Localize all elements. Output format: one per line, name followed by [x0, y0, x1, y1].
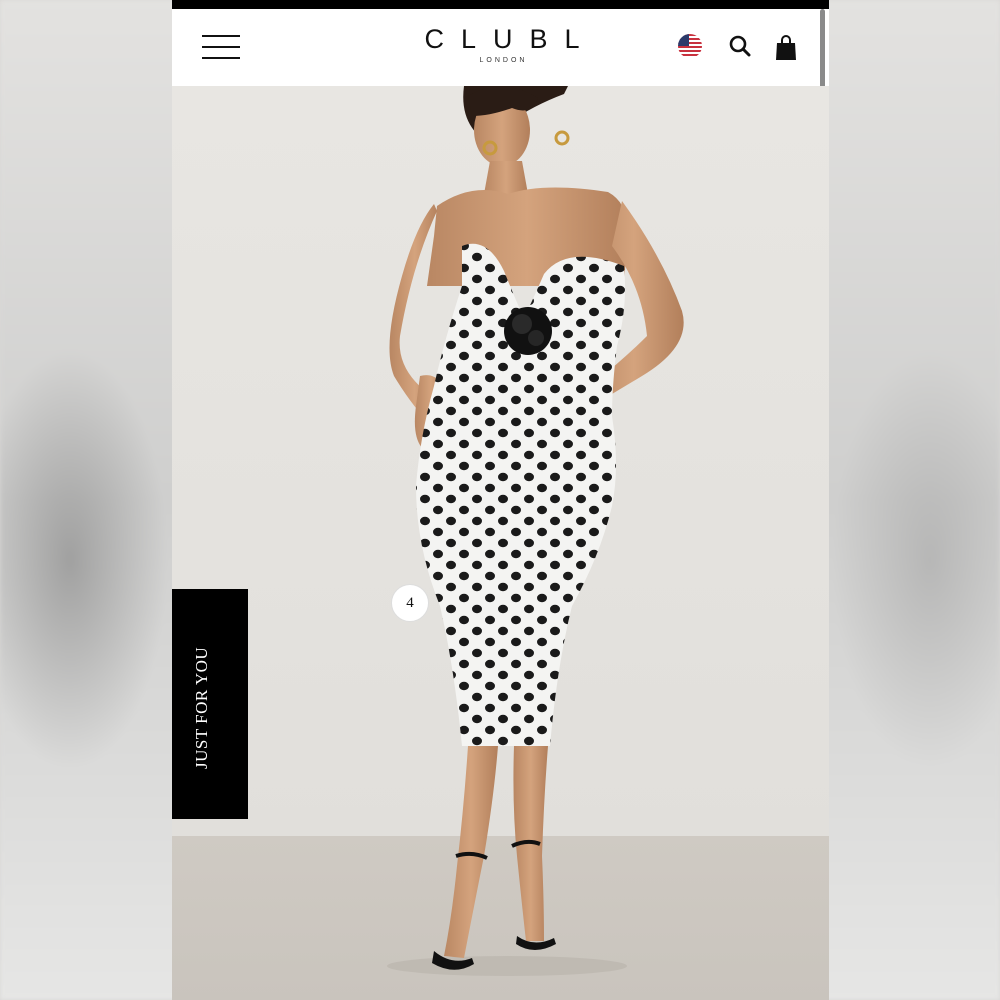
us-flag-icon[interactable]	[678, 34, 702, 58]
brand-logo[interactable]: CLUBL LONDON	[372, 23, 632, 64]
shopping-bag-icon[interactable]	[775, 35, 797, 61]
site-header: CLUBL LONDON	[172, 9, 829, 86]
hamburger-menu-icon[interactable]	[202, 35, 240, 61]
app-screen: CLUBL LONDON JUST FOR YOU 4	[172, 0, 829, 1000]
product-hero-image[interactable]	[172, 86, 829, 1000]
search-icon[interactable]	[729, 35, 751, 57]
model-photo	[387, 86, 684, 976]
brand-name: CLUBL	[424, 24, 597, 54]
status-strip	[172, 0, 829, 9]
brand-subtitle: LONDON	[479, 57, 528, 64]
just-for-you-label: JUST FOR YOU	[192, 646, 211, 769]
just-for-you-tab[interactable]: JUST FOR YOU	[172, 589, 248, 819]
just-for-you-count-badge: 4	[391, 584, 429, 622]
